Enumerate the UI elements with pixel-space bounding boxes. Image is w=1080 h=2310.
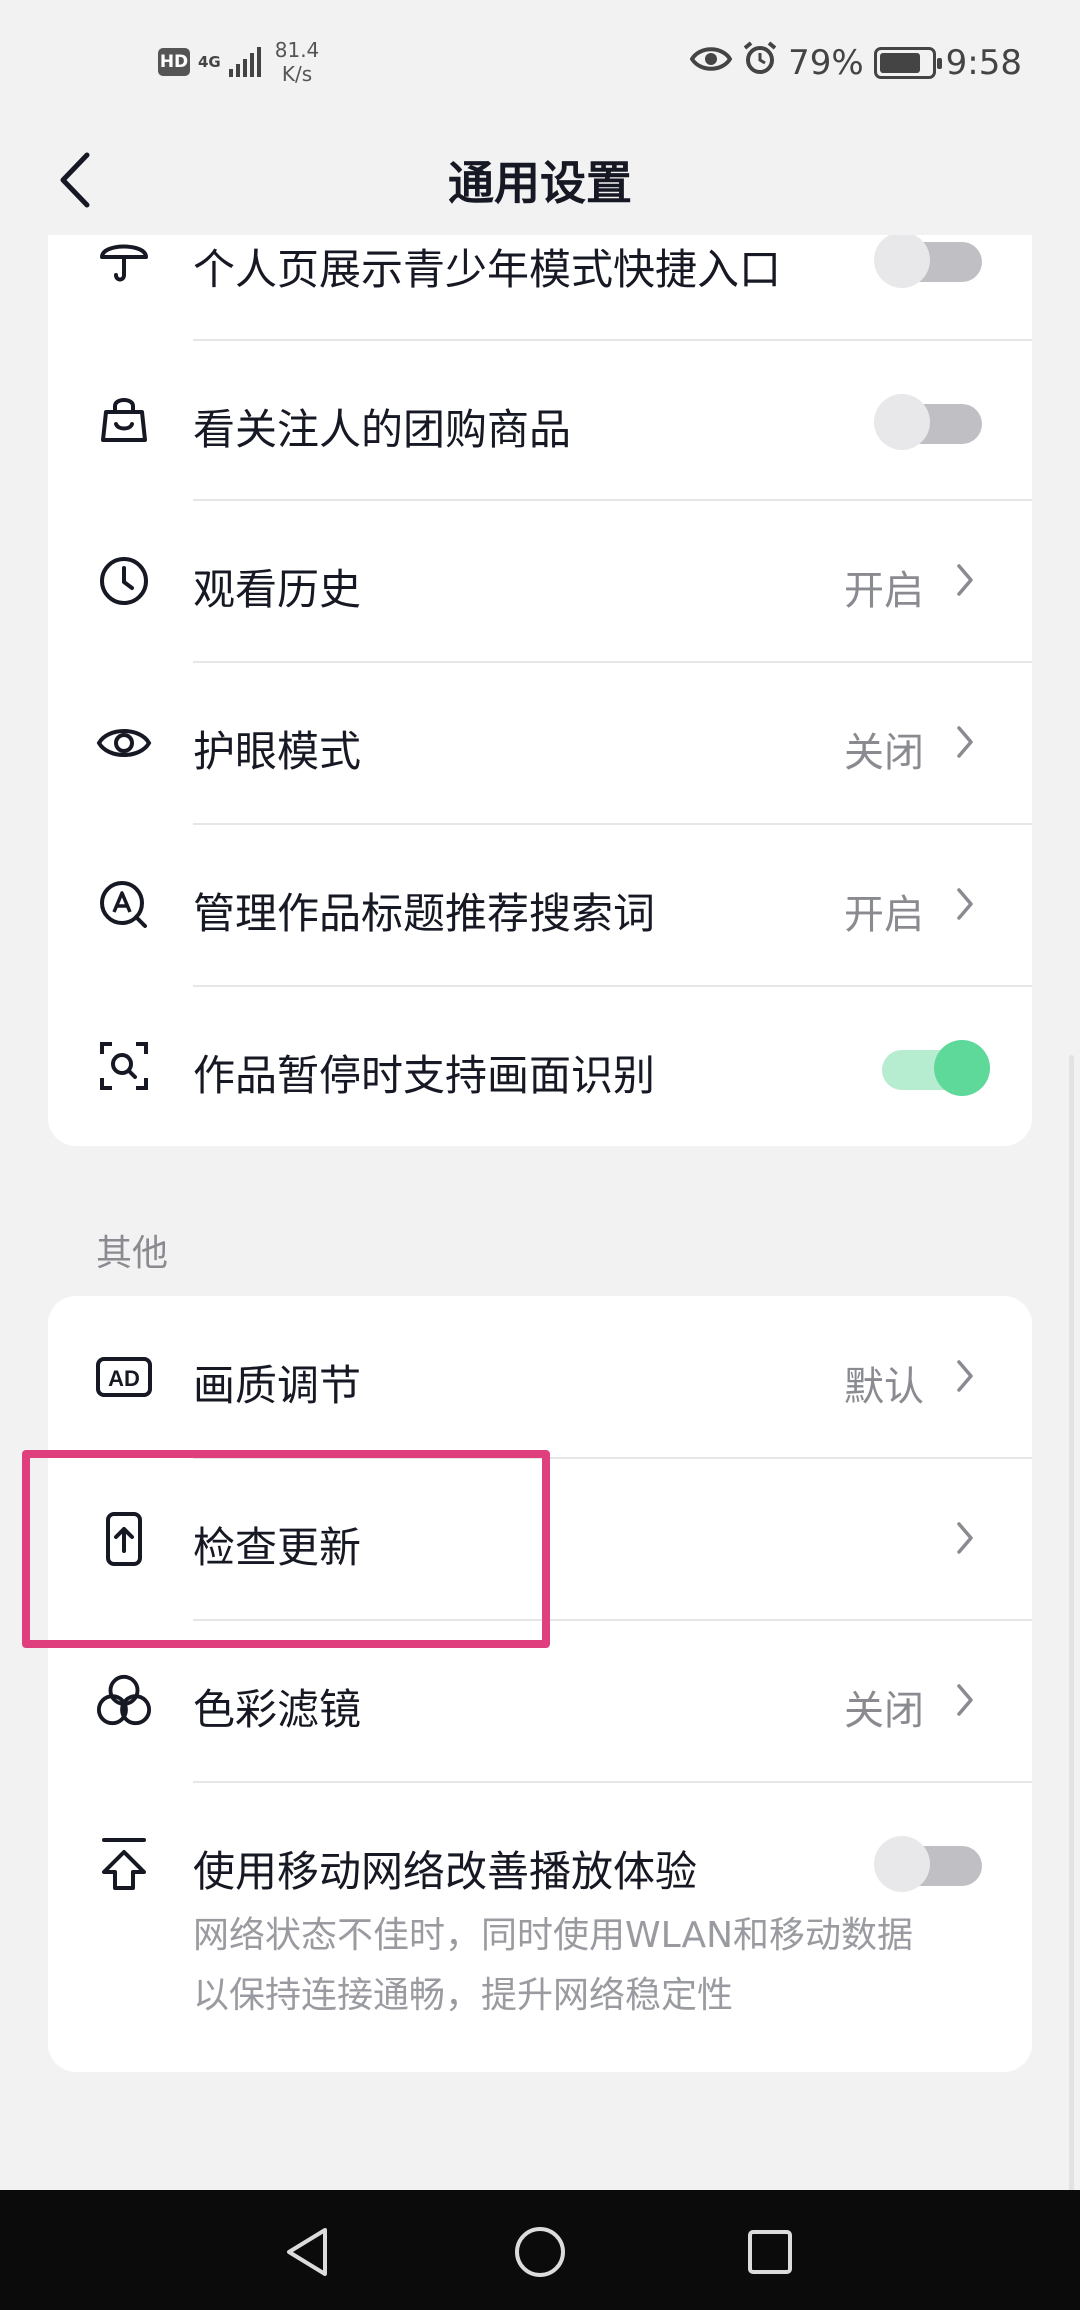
row-value: 关闭: [844, 1688, 924, 1734]
row-title-search-words[interactable]: 管理作品标题推荐搜索词 开启: [48, 824, 1032, 986]
network-type: 4G: [198, 53, 221, 71]
umbrella-icon: [96, 231, 152, 287]
row-label: 看关注人的团购商品: [193, 405, 572, 454]
color-circles-icon: [96, 1673, 152, 1729]
row-label: 使用移动网络改善播放体验: [193, 1847, 698, 1896]
network-speed: 81.4 K/s: [274, 38, 320, 86]
scrollbar[interactable]: [1069, 1055, 1074, 2195]
row-value: 默认: [844, 1364, 924, 1410]
highlight-box: [22, 1450, 550, 1648]
row-watch-history[interactable]: 观看历史 开启: [48, 500, 1032, 662]
row-value: 开启: [844, 568, 924, 614]
clock-time: 9:58: [945, 42, 1022, 83]
upload-arrow-icon: [96, 1836, 152, 1892]
search-a-icon: [96, 877, 152, 933]
row-label: 护眼模式: [193, 727, 362, 776]
eye-icon: [96, 715, 152, 771]
row-label: 作品暂停时支持画面识别: [193, 1051, 656, 1100]
clock-icon: [96, 553, 152, 609]
row-label: 个人页展示青少年模式快捷入口: [193, 245, 782, 294]
chevron-right-icon: [950, 1356, 980, 1396]
row-mobile-network-boost: 使用移动网络改善播放体验 网络状态不佳时，同时使用WLAN和移动数据 以保持连接…: [48, 1782, 1032, 2072]
chevron-right-icon: [950, 722, 980, 762]
row-description: 网络状态不佳时，同时使用WLAN和移动数据 以保持连接通畅，提升网络稳定性: [193, 1915, 914, 2016]
row-video-quality[interactable]: AD 画质调节 默认: [48, 1296, 1032, 1458]
shopping-bag-icon: [96, 392, 152, 448]
chevron-right-icon: [950, 560, 980, 600]
settings-card-general: 个人页展示青少年模式快捷入口 看关注人的团购商品 观看历史 开启 护眼模式 关闭: [48, 180, 1032, 1146]
back-triangle-icon[interactable]: [268, 2212, 348, 2292]
settings-card-other: AD 画质调节 默认 检查更新 色彩滤镜 关闭 使用移动网络改善播放体验 网络状…: [48, 1296, 1032, 2072]
status-bar: HD 4G 81.4 K/s 79% 9:58: [0, 0, 1080, 125]
nav-bar: 通用设置: [0, 125, 1080, 235]
home-circle-icon[interactable]: [500, 2212, 580, 2292]
battery-icon: [873, 46, 942, 79]
group-buy-toggle[interactable]: [874, 390, 984, 450]
ad-icon: AD: [96, 1349, 152, 1405]
mobile-network-toggle[interactable]: [874, 1832, 984, 1892]
hd-badge: HD: [158, 48, 190, 76]
chevron-right-icon: [950, 884, 980, 924]
row-label: 色彩滤镜: [193, 1685, 362, 1734]
section-label-other: 其他: [96, 1233, 169, 1274]
row-label: 画质调节: [193, 1361, 362, 1410]
row-value: 关闭: [844, 730, 924, 776]
eye-comfort-icon: [689, 43, 733, 83]
chevron-right-icon: [950, 1518, 980, 1558]
battery-percent: 79%: [788, 42, 864, 83]
chevron-right-icon: [950, 1680, 980, 1720]
signal-icon: [228, 47, 261, 77]
pause-recognition-toggle[interactable]: [874, 1036, 990, 1096]
row-group-buy[interactable]: 看关注人的团购商品: [48, 340, 1032, 500]
row-value: 开启: [844, 892, 924, 938]
system-nav-bar: [0, 2190, 1080, 2310]
svg-text:AD: AD: [108, 1366, 140, 1391]
teen-mode-toggle[interactable]: [874, 228, 984, 288]
row-pause-recognition: 作品暂停时支持画面识别: [48, 986, 1032, 1146]
row-label: 观看历史: [193, 565, 362, 614]
row-label: 管理作品标题推荐搜索词: [193, 889, 656, 938]
alarm-icon: [742, 40, 778, 85]
recents-square-icon[interactable]: [730, 2212, 810, 2292]
row-eye-care[interactable]: 护眼模式 关闭: [48, 662, 1032, 824]
scan-search-icon: [96, 1038, 152, 1094]
page-title: 通用设置: [448, 156, 632, 210]
